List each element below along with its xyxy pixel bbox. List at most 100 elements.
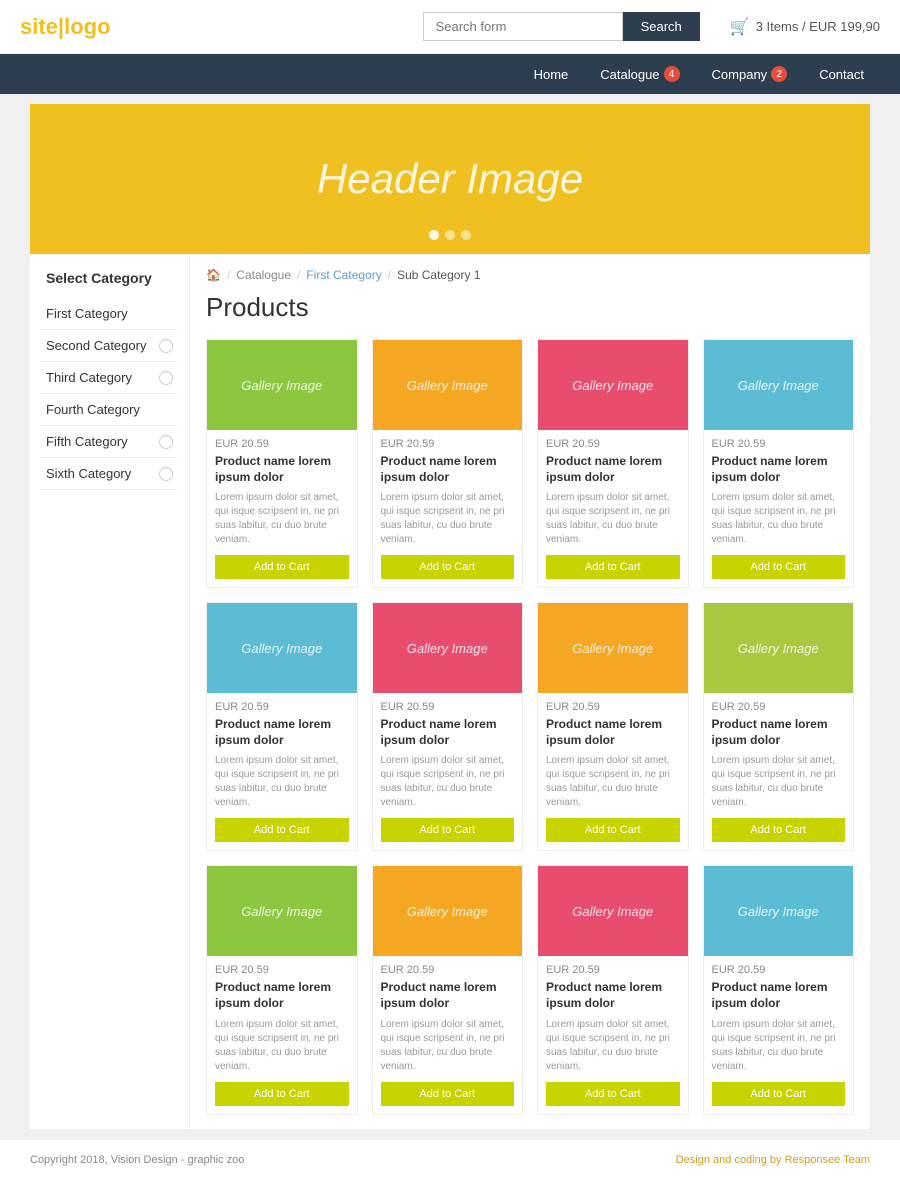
hero-dot-2[interactable]	[445, 230, 455, 240]
sidebar-item-sixth[interactable]: Sixth Category	[40, 458, 179, 490]
hero-dot-1[interactable]	[429, 230, 439, 240]
footer: Copyright 2018, Vision Design - graphic …	[0, 1139, 900, 1180]
product-desc-9: Lorem ipsum dolor sit amet, qui isque sc…	[215, 1018, 349, 1074]
product-desc-11: Lorem ipsum dolor sit amet, qui isque sc…	[546, 1018, 680, 1074]
product-price-8: EUR 20.59	[712, 701, 846, 713]
product-name-10: Product name lorem ipsum dolor	[381, 980, 515, 1011]
sidebar-item-third[interactable]: Third Category	[40, 362, 179, 394]
hero-banner: Header Image	[30, 104, 870, 254]
product-name-4: Product name lorem ipsum dolor	[712, 454, 846, 485]
product-desc-3: Lorem ipsum dolor sit amet, qui isque sc…	[546, 491, 680, 547]
product-price-4: EUR 20.59	[712, 438, 846, 450]
product-card-12: Gallery Image EUR 20.59 Product name lor…	[703, 865, 855, 1114]
hero-title: Header Image	[317, 155, 583, 203]
product-card-8: Gallery Image EUR 20.59 Product name lor…	[703, 602, 855, 851]
radio-sixth	[159, 467, 173, 481]
footer-copyright: Copyright 2018, Vision Design - graphic …	[30, 1154, 244, 1166]
product-desc-10: Lorem ipsum dolor sit amet, qui isque sc…	[381, 1018, 515, 1074]
nav-company[interactable]: Company 2	[696, 54, 804, 94]
sidebar-item-fourth[interactable]: Fourth Category	[40, 394, 179, 426]
product-card-11: Gallery Image EUR 20.59 Product name lor…	[537, 865, 689, 1114]
products-title: Products	[206, 292, 854, 323]
product-desc-7: Lorem ipsum dolor sit amet, qui isque sc…	[546, 754, 680, 810]
product-price-7: EUR 20.59	[546, 701, 680, 713]
products-area: 🏠 / Catalogue / First Category / Sub Cat…	[190, 254, 870, 1129]
product-desc-12: Lorem ipsum dolor sit amet, qui isque sc…	[712, 1018, 846, 1074]
cart-info[interactable]: 🛒 3 Items / EUR 199,90	[730, 17, 880, 37]
product-image-7: Gallery Image	[538, 603, 688, 693]
product-price-10: EUR 20.59	[381, 964, 515, 976]
product-price-9: EUR 20.59	[215, 964, 349, 976]
breadcrumb-sub-category: Sub Category 1	[397, 268, 480, 282]
product-card-10: Gallery Image EUR 20.59 Product name lor…	[372, 865, 524, 1114]
sidebar-item-fifth[interactable]: Fifth Category	[40, 426, 179, 458]
add-to-cart-4[interactable]: Add to Cart	[712, 555, 846, 579]
radio-second	[159, 339, 173, 353]
sidebar-item-second[interactable]: Second Category	[40, 330, 179, 362]
product-price-1: EUR 20.59	[215, 438, 349, 450]
sidebar-title: Select Category	[40, 270, 179, 286]
product-name-11: Product name lorem ipsum dolor	[546, 980, 680, 1011]
product-name-7: Product name lorem ipsum dolor	[546, 717, 680, 748]
add-to-cart-9[interactable]: Add to Cart	[215, 1082, 349, 1106]
nav-home[interactable]: Home	[518, 54, 585, 94]
product-image-9: Gallery Image	[207, 866, 357, 956]
product-image-6: Gallery Image	[373, 603, 523, 693]
product-price-6: EUR 20.59	[381, 701, 515, 713]
product-price-11: EUR 20.59	[546, 964, 680, 976]
product-image-2: Gallery Image	[373, 340, 523, 430]
product-card-2: Gallery Image EUR 20.59 Product name lor…	[372, 339, 524, 588]
add-to-cart-5[interactable]: Add to Cart	[215, 818, 349, 842]
breadcrumb-catalogue[interactable]: Catalogue	[236, 268, 291, 282]
hero-dots	[429, 230, 471, 240]
search-input[interactable]	[423, 12, 623, 41]
hero-dot-3[interactable]	[461, 230, 471, 240]
product-image-8: Gallery Image	[704, 603, 854, 693]
product-name-2: Product name lorem ipsum dolor	[381, 454, 515, 485]
product-image-12: Gallery Image	[704, 866, 854, 956]
product-image-5: Gallery Image	[207, 603, 357, 693]
add-to-cart-7[interactable]: Add to Cart	[546, 818, 680, 842]
product-desc-4: Lorem ipsum dolor sit amet, qui isque sc…	[712, 491, 846, 547]
add-to-cart-12[interactable]: Add to Cart	[712, 1082, 846, 1106]
product-price-12: EUR 20.59	[712, 964, 846, 976]
catalogue-badge: 4	[664, 66, 680, 82]
product-name-6: Product name lorem ipsum dolor	[381, 717, 515, 748]
product-image-1: Gallery Image	[207, 340, 357, 430]
nav-contact[interactable]: Contact	[803, 54, 880, 94]
product-name-12: Product name lorem ipsum dolor	[712, 980, 846, 1011]
add-to-cart-10[interactable]: Add to Cart	[381, 1082, 515, 1106]
add-to-cart-6[interactable]: Add to Cart	[381, 818, 515, 842]
product-desc-5: Lorem ipsum dolor sit amet, qui isque sc…	[215, 754, 349, 810]
breadcrumb: 🏠 / Catalogue / First Category / Sub Cat…	[206, 268, 854, 282]
sidebar-item-first[interactable]: First Category	[40, 298, 179, 330]
product-image-10: Gallery Image	[373, 866, 523, 956]
home-icon[interactable]: 🏠	[206, 268, 221, 282]
add-to-cart-2[interactable]: Add to Cart	[381, 555, 515, 579]
product-grid-row1: Gallery Image EUR 20.59 Product name lor…	[206, 339, 854, 588]
product-price-5: EUR 20.59	[215, 701, 349, 713]
site-logo: site|logo	[20, 14, 111, 40]
nav-bar: Home Catalogue 4 Company 2 Contact	[0, 54, 900, 94]
product-card-5: Gallery Image EUR 20.59 Product name lor…	[206, 602, 358, 851]
product-name-9: Product name lorem ipsum dolor	[215, 980, 349, 1011]
product-card-9: Gallery Image EUR 20.59 Product name lor…	[206, 865, 358, 1114]
product-image-4: Gallery Image	[704, 340, 854, 430]
add-to-cart-11[interactable]: Add to Cart	[546, 1082, 680, 1106]
add-to-cart-1[interactable]: Add to Cart	[215, 555, 349, 579]
company-badge: 2	[771, 66, 787, 82]
logo-text: site	[20, 14, 58, 39]
breadcrumb-first-category[interactable]: First Category	[306, 268, 381, 282]
product-image-11: Gallery Image	[538, 866, 688, 956]
add-to-cart-8[interactable]: Add to Cart	[712, 818, 846, 842]
search-button[interactable]: Search	[623, 12, 700, 41]
product-name-3: Product name lorem ipsum dolor	[546, 454, 680, 485]
product-desc-2: Lorem ipsum dolor sit amet, qui isque sc…	[381, 491, 515, 547]
product-price-3: EUR 20.59	[546, 438, 680, 450]
footer-credit: Design and coding by Responsee Team	[676, 1154, 870, 1166]
product-name-8: Product name lorem ipsum dolor	[712, 717, 846, 748]
product-price-2: EUR 20.59	[381, 438, 515, 450]
add-to-cart-3[interactable]: Add to Cart	[546, 555, 680, 579]
nav-catalogue[interactable]: Catalogue 4	[584, 54, 695, 94]
product-card-1: Gallery Image EUR 20.59 Product name lor…	[206, 339, 358, 588]
